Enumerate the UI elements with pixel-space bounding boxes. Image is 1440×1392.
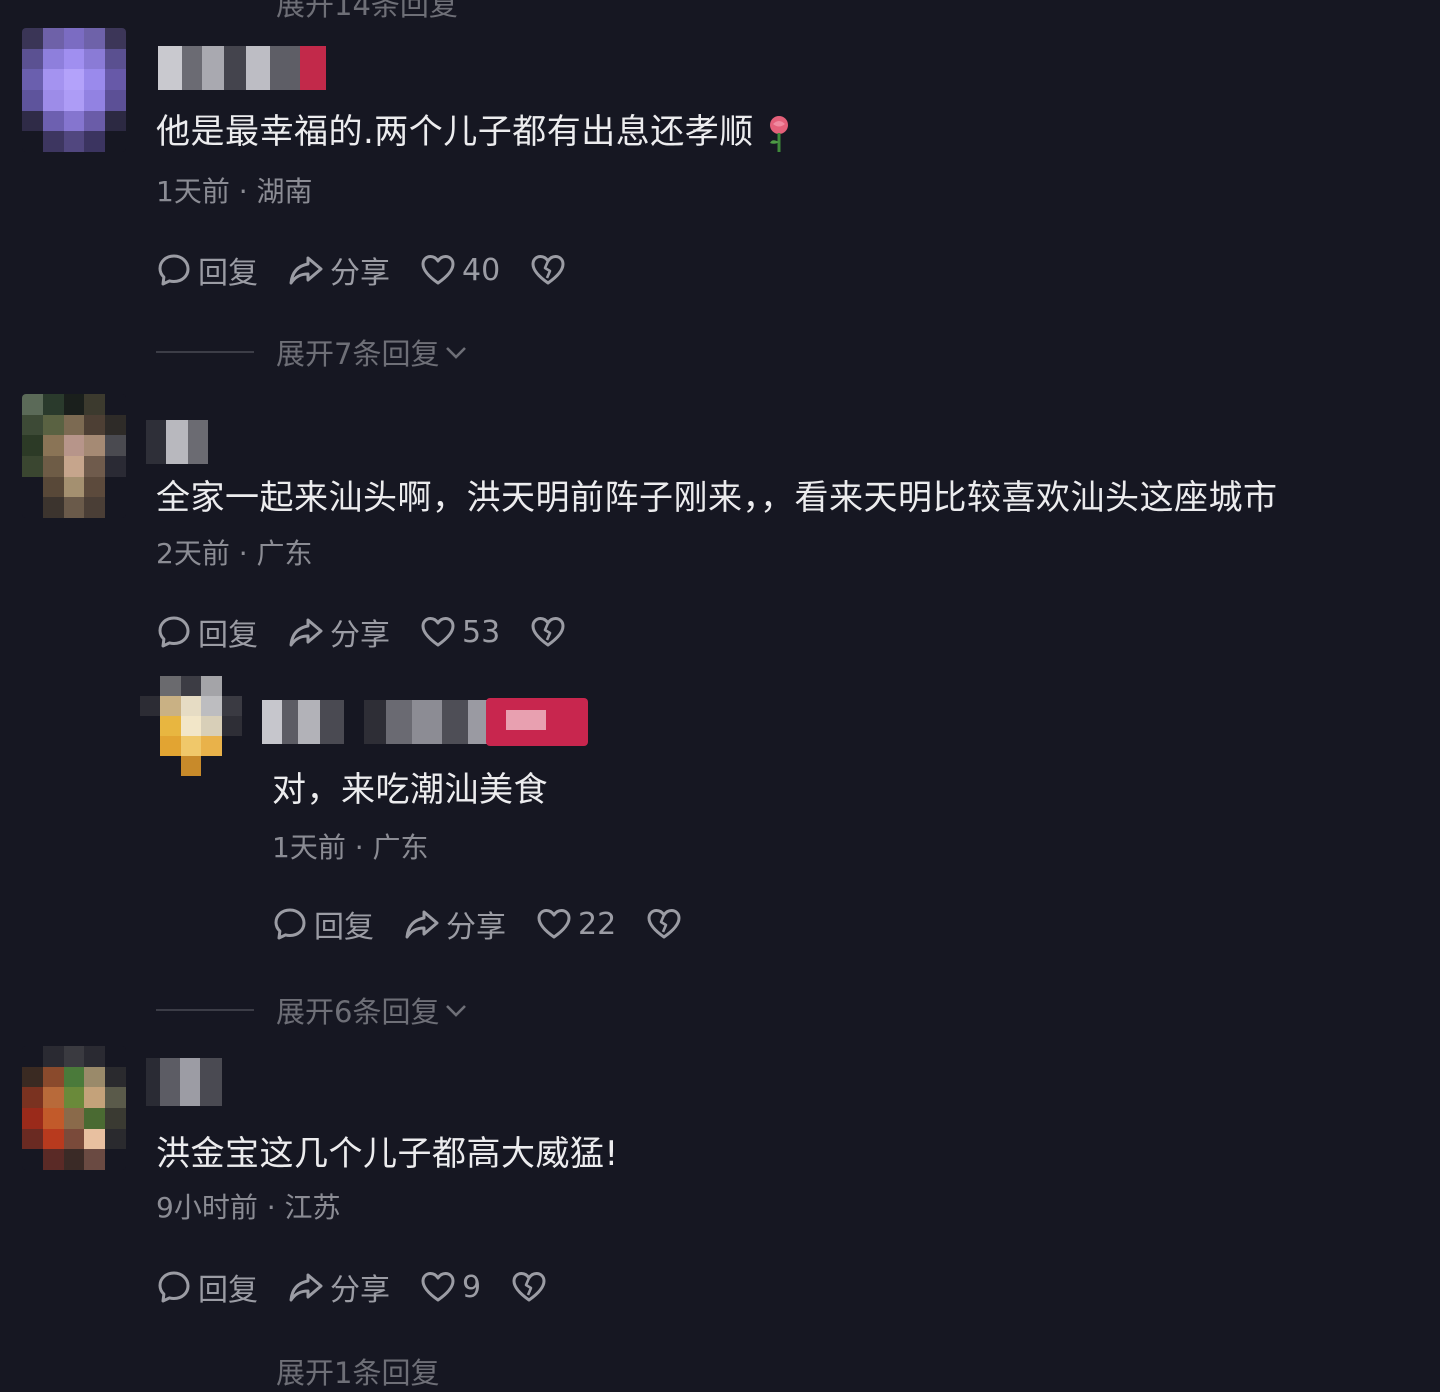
comment-meta: 2天前 · 广东 (156, 537, 313, 570)
like-button[interactable]: 9 (420, 1269, 481, 1305)
dislike-button[interactable] (530, 614, 572, 650)
heart-icon (421, 255, 455, 285)
comment-actions: 回复 分享 53 (156, 610, 572, 654)
username-blurred[interactable] (158, 46, 326, 90)
username-blurred[interactable] (146, 420, 208, 464)
comment-text: 他是最幸福的.两个儿子都有出息还孝顺 (156, 112, 754, 152)
share-arrow-icon (405, 910, 439, 939)
divider-line (156, 351, 254, 353)
heart-icon (421, 617, 455, 647)
comment-meta: 1天前 · 湖南 (156, 175, 313, 208)
avatar[interactable] (22, 1046, 126, 1170)
like-count: 9 (462, 1269, 482, 1305)
comment-bubble-icon (274, 908, 306, 940)
share-label: 分享 (330, 1273, 390, 1308)
comment-text: 洪金宝这几个儿子都高大威猛! (156, 1134, 619, 1174)
dislike-button[interactable] (530, 252, 572, 288)
comment-actions: 回复 分享 40 (156, 248, 572, 292)
like-count: 40 (462, 252, 501, 288)
reply-label: 回复 (314, 910, 374, 945)
broken-heart-icon (531, 255, 565, 285)
rose-emoji (769, 115, 788, 152)
comment-bubble-icon (158, 1271, 190, 1303)
reply-button[interactable]: 回复 (156, 1265, 258, 1309)
heart-icon (421, 1272, 455, 1302)
share-label: 分享 (330, 618, 390, 653)
share-label: 分享 (446, 910, 506, 945)
comment-bubble-icon (158, 254, 190, 286)
avatar[interactable] (22, 28, 126, 152)
like-button[interactable]: 53 (420, 614, 500, 650)
reply-avatar[interactable] (140, 676, 242, 776)
username-blurred[interactable] (146, 1058, 222, 1106)
reply-label: 回复 (198, 618, 258, 653)
dislike-button[interactable] (646, 906, 688, 942)
avatar[interactable] (22, 394, 126, 518)
reply-button[interactable]: 回复 (156, 248, 258, 292)
author-badge-blurred (486, 698, 588, 746)
expand-replies-label: 展开6条回复 (276, 995, 440, 1029)
share-button[interactable]: 分享 (288, 248, 390, 292)
expand-replies-button[interactable]: 展开7条回复 (156, 332, 471, 372)
expand-replies-button[interactable]: 展开6条回复 (156, 990, 471, 1030)
expand-replies-cutoff-top[interactable]: 展开14条回复 (276, 0, 458, 24)
reply-actions: 回复 分享 22 (272, 902, 688, 946)
reply-username-blurred[interactable] (262, 700, 488, 744)
share-button[interactable]: 分享 (288, 1265, 390, 1309)
expand-replies-label: 展开7条回复 (276, 337, 440, 371)
reply-meta: 1天前 · 广东 (272, 831, 429, 864)
share-arrow-icon (289, 618, 323, 647)
reply-text: 对，来吃潮汕美食 (272, 770, 548, 810)
chevron-down-icon (446, 347, 467, 359)
divider-line (156, 1009, 254, 1011)
reply-button[interactable]: 回复 (156, 610, 258, 654)
comment-actions: 回复 分享 9 (156, 1265, 553, 1309)
share-arrow-icon (289, 256, 323, 285)
like-button[interactable]: 22 (536, 906, 616, 942)
share-label: 分享 (330, 256, 390, 291)
comment-text: 全家一起来汕头啊，洪天明前阵子刚来，，看来天明比较喜欢汕头这座城市 (156, 478, 1278, 518)
like-count: 22 (578, 906, 617, 942)
dislike-button[interactable] (511, 1269, 553, 1305)
expand-replies-cutoff-bottom[interactable]: 展开1条回复 (276, 1350, 439, 1392)
comment-bubble-icon (158, 616, 190, 648)
broken-heart-icon (531, 617, 565, 647)
comment-meta: 9小时前 · 江苏 (156, 1191, 341, 1224)
chevron-down-icon (446, 1005, 467, 1017)
share-arrow-icon (289, 1273, 323, 1302)
heart-icon (537, 909, 571, 939)
reply-label: 回复 (198, 1273, 258, 1308)
like-count: 53 (462, 614, 501, 650)
like-button[interactable]: 40 (420, 252, 500, 288)
share-button[interactable]: 分享 (288, 610, 390, 654)
broken-heart-icon (647, 909, 681, 939)
reply-button[interactable]: 回复 (272, 902, 374, 946)
reply-label: 回复 (198, 256, 258, 291)
broken-heart-icon (512, 1272, 546, 1302)
share-button[interactable]: 分享 (404, 902, 506, 946)
